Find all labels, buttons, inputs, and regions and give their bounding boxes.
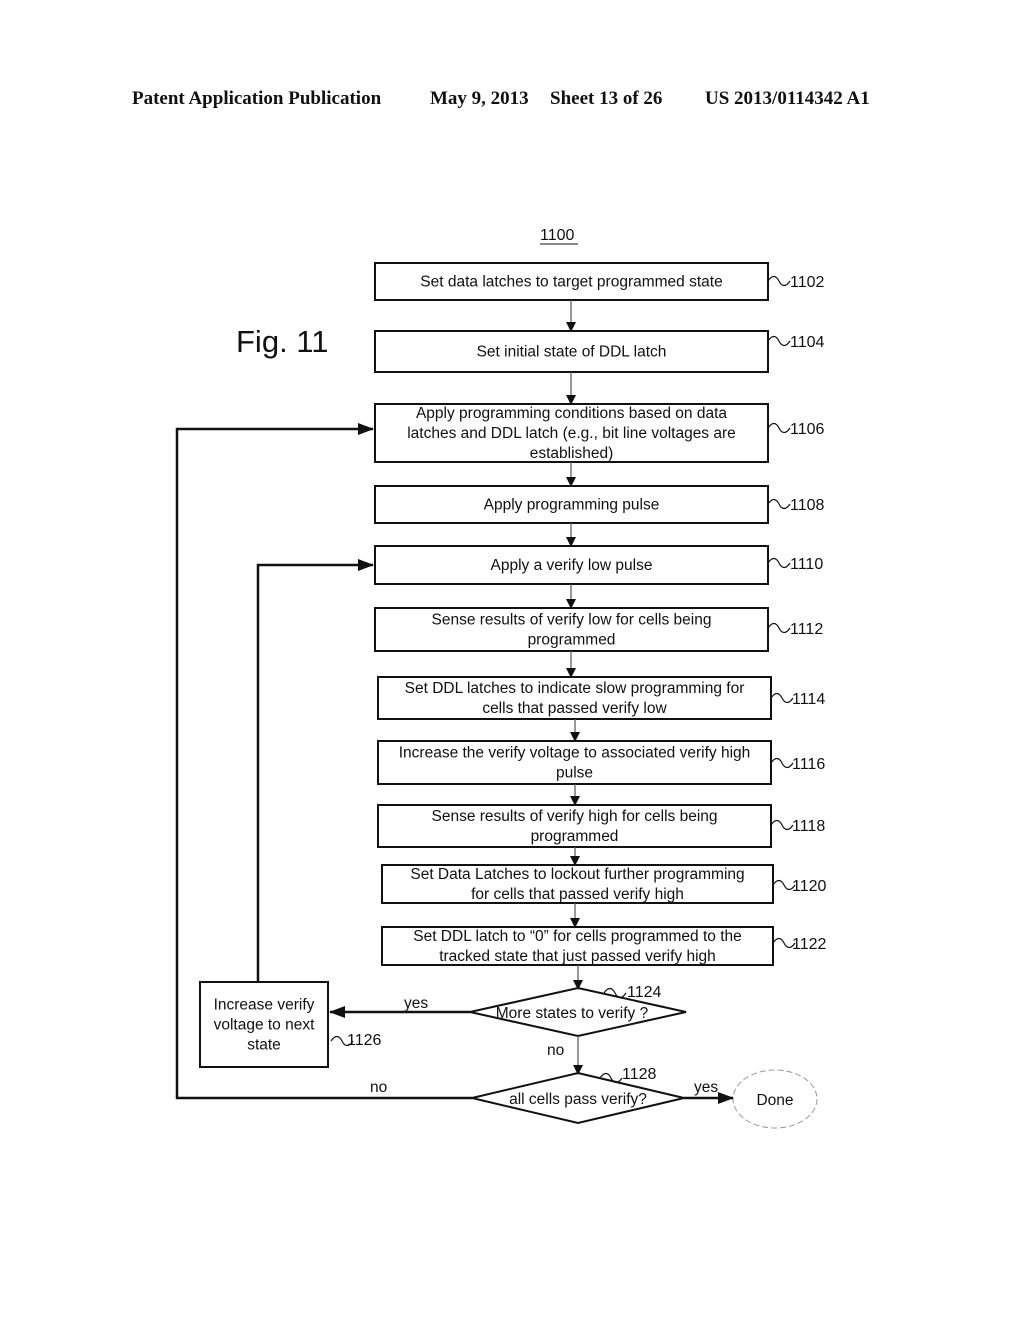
step-ref: 1126 <box>347 1032 382 1049</box>
process-step-1108: Apply programming pulse 1108 <box>374 485 825 524</box>
ref-leader-icon <box>767 275 791 287</box>
no-label: no <box>547 1042 564 1059</box>
step-text: Apply programming conditions based on da… <box>416 405 727 422</box>
step-ref: 1118 <box>792 818 825 835</box>
step-ref: 1114 <box>792 691 825 708</box>
step-text: Set Data Latches to lockout further prog… <box>410 866 744 883</box>
flowchart: Fig. 11 1100 Set data latches to target … <box>175 227 827 1129</box>
ref-leader-icon <box>767 498 791 510</box>
terminal-text: Done <box>756 1092 793 1109</box>
decision-ref: 1128 <box>622 1066 657 1083</box>
ref-leader-icon <box>770 692 794 704</box>
step-text: Sense results of verify low for cells be… <box>432 612 712 629</box>
step-text: voltage to next <box>214 1017 316 1034</box>
process-step-1122: Set DDL latch to “0” for cells programme… <box>381 926 827 966</box>
step-text: pulse <box>556 765 593 782</box>
ref-leader-icon <box>770 757 794 769</box>
decision-text: More states to verify ? <box>496 1005 649 1022</box>
step-ref: 1120 <box>792 878 827 895</box>
process-step-1104: Set initial state of DDL latch 1104 <box>374 330 825 373</box>
figure-ref: 1100 <box>540 227 575 244</box>
step-text: Set DDL latches to indicate slow program… <box>405 680 745 697</box>
step-ref: 1106 <box>790 421 825 438</box>
step-text: Set DDL latch to “0” for cells programme… <box>413 928 742 945</box>
step-text: Apply a verify low pulse <box>491 557 653 574</box>
ref-leader-icon <box>770 819 794 831</box>
yes-label: yes <box>404 995 428 1012</box>
process-step-1114: Set DDL latches to indicate slow program… <box>377 676 825 720</box>
decision-ref: 1124 <box>627 984 662 1001</box>
step-text: Set initial state of DDL latch <box>477 344 667 361</box>
step-text: Set data latches to target programmed st… <box>420 274 722 291</box>
step-text: cells that passed verify low <box>482 700 667 717</box>
step-text: state <box>247 1037 281 1054</box>
step-text: Increase verify <box>214 997 315 1014</box>
process-step-1106: Apply programming conditions based on da… <box>374 403 825 463</box>
ref-leader-icon <box>767 557 791 569</box>
step-text: for cells that passed verify high <box>471 886 684 903</box>
decision-1124: More states to verify ? 1124 <box>469 984 687 1038</box>
process-step-1116: Increase the verify voltage to associate… <box>377 740 825 785</box>
step-text: established) <box>530 445 614 462</box>
yes-label: yes <box>694 1079 718 1096</box>
decision-1128: all cells pass verify? 1128 <box>471 1066 685 1125</box>
step-ref: 1112 <box>790 621 823 638</box>
ref-leader-icon <box>767 622 791 634</box>
process-step-1118: Sense results of verify high for cells b… <box>377 804 825 848</box>
step-text: programmed <box>528 632 616 649</box>
process-step-1110: Apply a verify low pulse 1110 <box>374 545 823 585</box>
process-step-1120: Set Data Latches to lockout further prog… <box>381 864 827 904</box>
ref-leader-icon <box>767 422 791 434</box>
step-text: latches and DDL latch (e.g., bit line vo… <box>407 425 736 442</box>
step-ref: 1102 <box>790 274 825 291</box>
step-text: Increase the verify voltage to associate… <box>399 745 751 762</box>
step-ref: 1116 <box>792 756 825 773</box>
step-ref: 1122 <box>792 936 827 953</box>
decision-text: all cells pass verify? <box>509 1091 647 1108</box>
terminal-done: Done <box>732 1069 818 1129</box>
step-text: Sense results of verify high for cells b… <box>431 808 717 825</box>
figure-label: Fig. 11 <box>236 324 328 359</box>
process-step-1102: Set data latches to target programmed st… <box>374 262 825 301</box>
loop-arrow-verify <box>256 559 374 982</box>
step-text: Apply programming pulse <box>484 497 660 514</box>
step-text: tracked state that just passed verify hi… <box>439 948 716 965</box>
step-ref: 1108 <box>790 497 825 514</box>
process-step-1112: Sense results of verify low for cells be… <box>374 607 823 652</box>
ref-leader-icon <box>767 335 791 347</box>
step-ref: 1104 <box>790 334 825 351</box>
step-text: programmed <box>531 828 619 845</box>
step-ref: 1110 <box>790 556 823 573</box>
no-label: no <box>370 1079 387 1096</box>
process-step-1126: Increase verify voltage to next state 1126 <box>199 981 382 1068</box>
